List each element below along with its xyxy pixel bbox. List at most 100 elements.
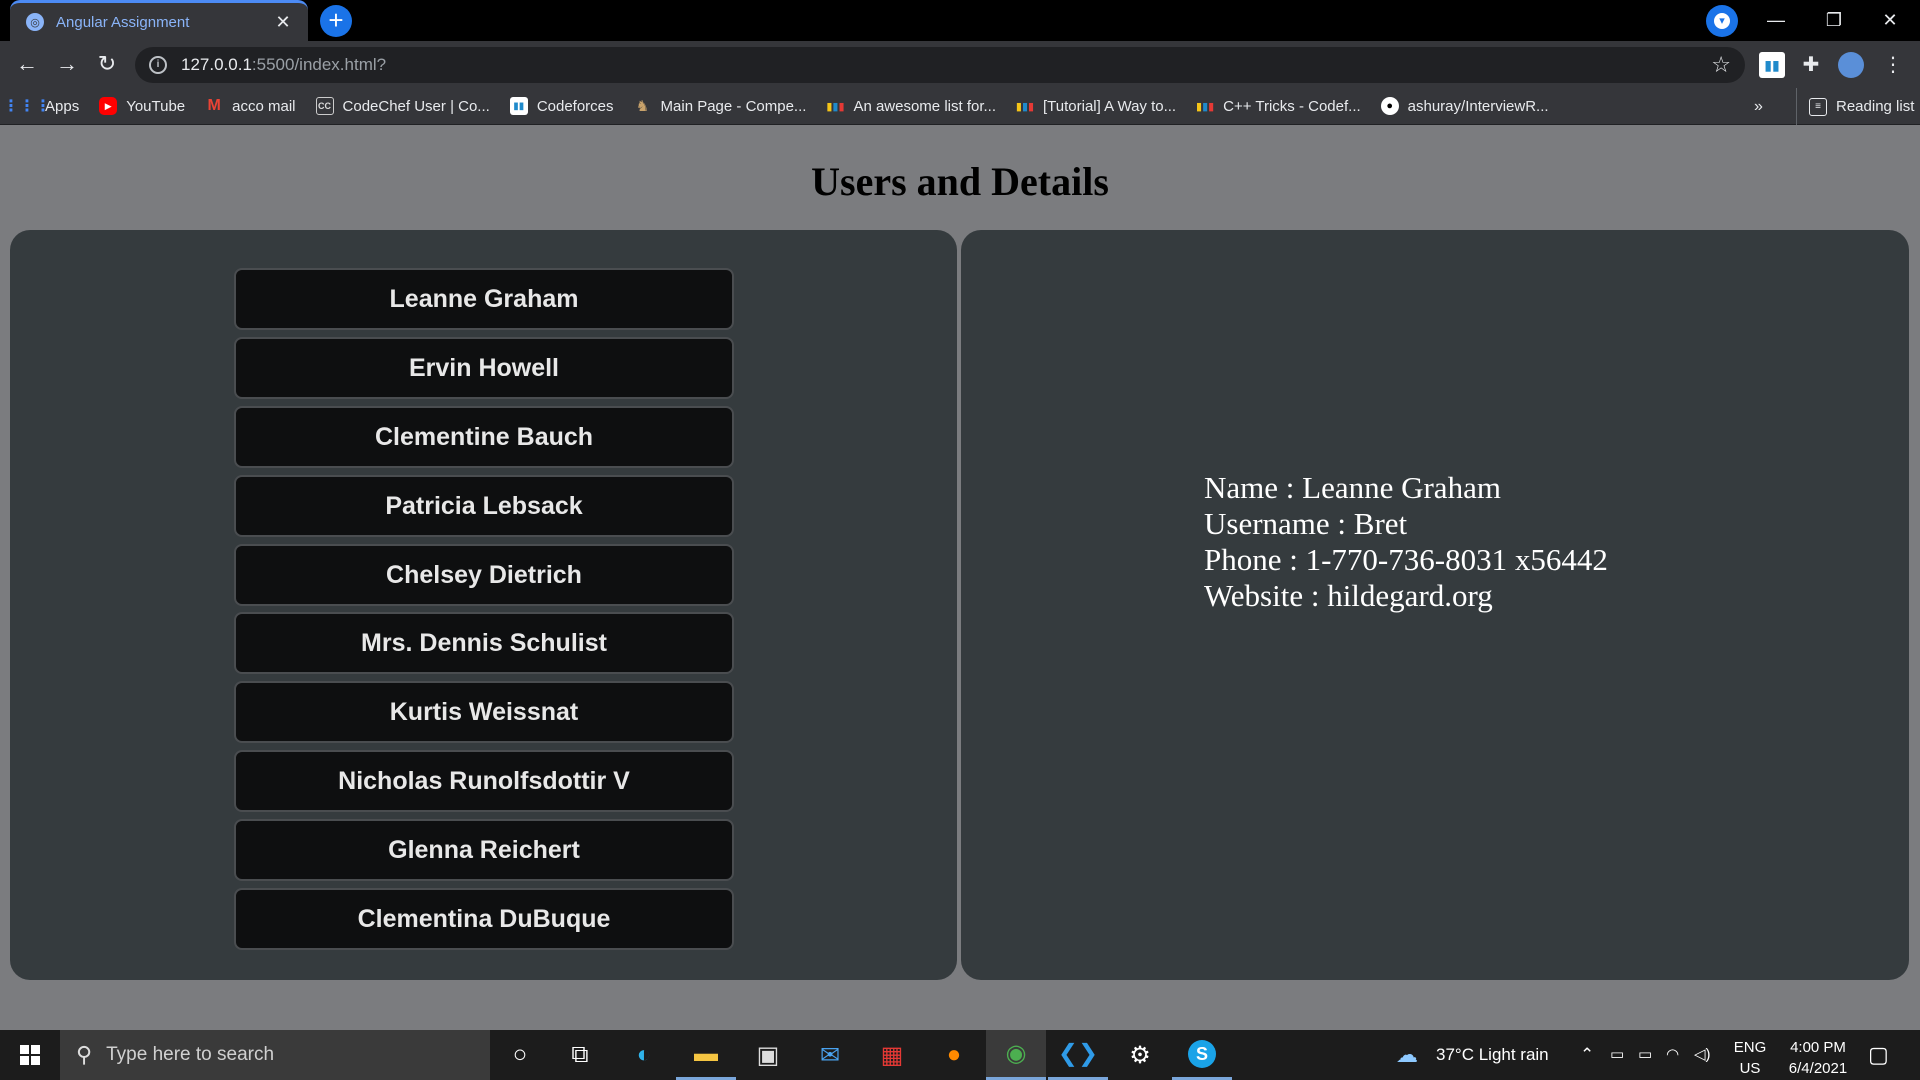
detail-website: Website : hildegard.org: [1204, 578, 1493, 613]
microsoft-store-icon[interactable]: ▣: [738, 1030, 798, 1080]
reading-list-icon: ≡: [1809, 97, 1827, 116]
bookmark-star-icon[interactable]: ☆: [1711, 52, 1731, 78]
detail-phone: Phone : 1-770-736-8031 x56442: [1204, 542, 1608, 577]
user-button-leanne-graham[interactable]: Leanne Graham: [234, 268, 734, 330]
profile-icon[interactable]: ▾: [1706, 5, 1738, 37]
user-button-nicholas-runolfsdottir[interactable]: Nicholas Runolfsdottir V: [234, 750, 734, 812]
browser-toolbar: ← → ↻ i 127.0.0.1:5500/index.html? ☆ ▮▮ …: [0, 41, 1920, 88]
bookmarks-bar: ⋮⋮⋮ Apps ▶ YouTube M acco mail CC CodeCh…: [0, 88, 1920, 125]
bookmark-label: C++ Tricks - Codef...: [1223, 97, 1361, 115]
codeforces-icon: ▮▮: [509, 97, 528, 115]
browser-tab-active[interactable]: ◎ Angular Assignment ✕: [10, 0, 308, 41]
extensions-puzzle-icon[interactable]: ✚: [1798, 52, 1824, 78]
bookmark-label: YouTube: [126, 97, 186, 115]
codechef-icon: CC: [315, 97, 334, 115]
youtube-icon: ▶: [99, 97, 118, 115]
bookmark-label: CodeChef User | Co...: [342, 97, 490, 115]
github-icon: ●: [1380, 97, 1399, 115]
url-text[interactable]: 127.0.0.1:5500/index.html?: [181, 55, 1711, 75]
skype-icon[interactable]: S: [1172, 1030, 1232, 1080]
firefox-icon[interactable]: ●: [924, 1030, 984, 1080]
bookmark-label: Apps: [45, 97, 80, 115]
settings-gear-icon[interactable]: ⚙: [1110, 1030, 1170, 1080]
users-list-panel: Leanne Graham Ervin Howell Clementine Ba…: [10, 230, 957, 980]
bookmark-youtube[interactable]: ▶ YouTube: [99, 97, 185, 115]
start-button[interactable]: [0, 1030, 60, 1080]
bookmark-label: [Tutorial] A Way to...: [1043, 97, 1177, 115]
edge-browser-icon[interactable]: ◐: [614, 1030, 674, 1080]
site-info-icon[interactable]: i: [149, 56, 167, 74]
address-bar[interactable]: i 127.0.0.1:5500/index.html? ☆: [135, 47, 1745, 83]
profile-avatar-icon[interactable]: [1838, 52, 1864, 78]
codeforces-icon: ▮ ▮ ▮: [1196, 100, 1215, 113]
mail-icon[interactable]: ✉: [800, 1030, 860, 1080]
taskbar-search-box[interactable]: ⚲ Type here to search: [60, 1030, 490, 1080]
gift-app-icon[interactable]: ▦: [862, 1030, 922, 1080]
chrome-icon[interactable]: ◉: [986, 1030, 1046, 1080]
bookmark-label: acco mail: [232, 97, 296, 115]
user-button-chelsey-dietrich[interactable]: Chelsey Dietrich: [234, 544, 734, 606]
bookmark-label: Codeforces: [536, 97, 614, 115]
bookmark-codeforces[interactable]: ▮▮ Codeforces: [509, 97, 614, 115]
page-viewport: Users and Details Leanne Graham Ervin Ho…: [0, 126, 1920, 1030]
bookmark-awesome-list[interactable]: ▮ ▮ ▮ An awesome list for...: [826, 97, 996, 115]
detail-username: Username : Bret: [1204, 506, 1408, 541]
user-button-kurtis-weissnat[interactable]: Kurtis Weissnat: [234, 681, 734, 743]
bookmark-label: Main Page - Compe...: [660, 97, 807, 115]
clock[interactable]: 4:00 PM 6/4/2021: [1778, 1037, 1858, 1079]
forward-arrow-icon[interactable]: →: [50, 47, 84, 81]
bookmark-label: ashuray/InterviewR...: [1407, 97, 1549, 115]
language-indicator[interactable]: ENG US: [1730, 1037, 1770, 1079]
region-code: US: [1739, 1060, 1761, 1077]
bookmark-tutorial[interactable]: ▮ ▮ ▮ [Tutorial] A Way to...: [1016, 97, 1176, 115]
wifi-icon[interactable]: ◠: [1666, 1030, 1679, 1080]
restore-window-icon[interactable]: ❐: [1812, 4, 1856, 36]
bookmark-main-page[interactable]: ♞ Main Page - Compe...: [634, 97, 807, 116]
bookmark-acco-mail[interactable]: M acco mail: [205, 97, 295, 115]
browser-tab-strip: ◎ Angular Assignment ✕ + ▾ — ❐ ✕: [0, 0, 1920, 41]
vscode-icon[interactable]: ❮❯: [1048, 1030, 1108, 1080]
apps-grid-icon: ⋮⋮⋮: [3, 98, 51, 115]
meet-now-icon[interactable]: ▭: [1610, 1030, 1624, 1080]
language-code: ENG: [1733, 1039, 1767, 1056]
notifications-icon[interactable]: ▢: [1868, 1030, 1889, 1080]
bookmark-cpp-tricks[interactable]: ▮ ▮ ▮ C++ Tricks - Codef...: [1196, 97, 1361, 115]
extension-codeforces-icon[interactable]: ▮▮: [1759, 52, 1785, 78]
user-button-glenna-reichert[interactable]: Glenna Reichert: [234, 819, 734, 881]
reading-list-button[interactable]: ≡ Reading list: [1796, 88, 1914, 125]
close-window-icon[interactable]: ✕: [1868, 4, 1912, 36]
detail-name: Name : Leanne Graham: [1204, 470, 1501, 505]
user-button-ervin-howell[interactable]: Ervin Howell: [234, 337, 734, 399]
user-button-clementina-dubuque[interactable]: Clementina DuBuque: [234, 888, 734, 950]
bookmark-codechef[interactable]: CC CodeChef User | Co...: [315, 97, 490, 115]
back-arrow-icon[interactable]: ←: [10, 47, 44, 81]
search-placeholder: Type here to search: [106, 1044, 275, 1065]
reload-icon[interactable]: ↻: [90, 47, 124, 81]
url-path: :5500/index.html?: [251, 55, 387, 74]
battery-icon[interactable]: ▭: [1638, 1030, 1652, 1080]
minimize-window-icon[interactable]: —: [1754, 4, 1798, 36]
weather-text[interactable]: 37°C Light rain: [1436, 1030, 1549, 1080]
show-hidden-icons-chevron-icon[interactable]: ⌃: [1580, 1030, 1594, 1080]
clock-date: 6/4/2021: [1788, 1060, 1848, 1077]
task-view-icon[interactable]: ⧉: [550, 1030, 610, 1080]
new-tab-button[interactable]: +: [320, 5, 352, 37]
cortana-icon[interactable]: ○: [490, 1030, 550, 1080]
volume-icon[interactable]: ◁): [1694, 1030, 1711, 1080]
bookmark-apps[interactable]: ⋮⋮⋮ Apps: [3, 97, 80, 116]
globe-icon: ◎: [26, 13, 44, 31]
user-button-patricia-lebsack[interactable]: Patricia Lebsack: [234, 475, 734, 537]
menu-kebab-icon[interactable]: ⋮: [1880, 52, 1906, 78]
page-title: Users and Details: [811, 159, 1109, 204]
user-button-dennis-schulist[interactable]: Mrs. Dennis Schulist: [234, 612, 734, 674]
user-details: Name : Leanne Graham Username : Bret Pho…: [1204, 470, 1608, 614]
file-explorer-icon[interactable]: ▬: [676, 1030, 736, 1080]
weather-cloud-icon: ☁: [1396, 1042, 1418, 1067]
bookmark-github[interactable]: ● ashuray/InterviewR...: [1380, 97, 1549, 115]
tab-title: Angular Assignment: [56, 13, 190, 31]
close-tab-icon[interactable]: ✕: [272, 12, 294, 33]
more-bookmarks-chevron-icon[interactable]: »: [1754, 88, 1763, 125]
user-details-panel: Name : Leanne Graham Username : Bret Pho…: [961, 230, 1909, 980]
user-button-clementine-bauch[interactable]: Clementine Bauch: [234, 406, 734, 468]
codeforces-icon: ▮ ▮ ▮: [826, 100, 845, 113]
